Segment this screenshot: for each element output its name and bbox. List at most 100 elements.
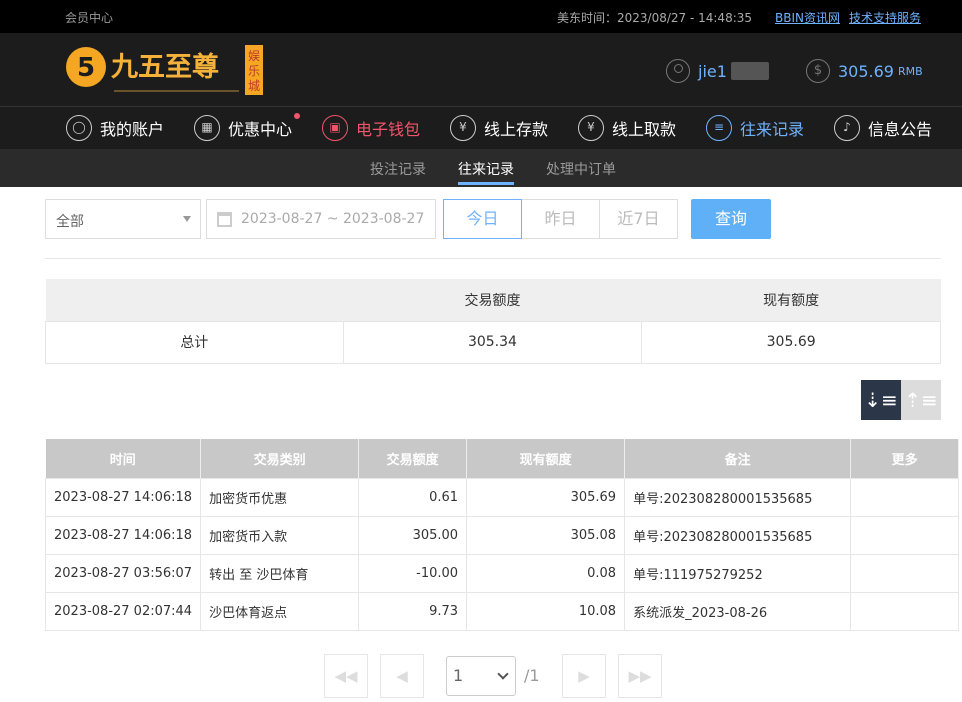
nav-wallet[interactable]: ▣ 电子钱包 xyxy=(322,115,420,141)
summary-header-blank xyxy=(45,279,344,321)
cell-more[interactable] xyxy=(850,477,960,517)
pagination: ◀◀ ◀ 1 /1 ▶ ▶▶ xyxy=(0,654,962,698)
last-7-days-button[interactable]: 近7日 xyxy=(599,199,678,239)
deposit-icon: ¥ xyxy=(450,115,476,141)
query-button[interactable]: 查询 xyxy=(691,199,771,239)
nav-label: 线上取款 xyxy=(612,120,677,139)
cell-note: 单号:202308280001535685 xyxy=(624,515,852,555)
type-select[interactable]: 全部 xyxy=(45,199,201,239)
type-select-value: 全部 xyxy=(56,214,84,230)
header: 5 九五至尊 娱 乐 城 jie1 $ 305.69 RMB xyxy=(0,33,962,107)
records-header: 时间 交易类别 交易额度 现有额度 备注 更多 xyxy=(45,439,960,478)
date-range-input[interactable]: 2023-08-27 ~ 2023-08-27 xyxy=(206,199,436,239)
summary-header-amount: 交易额度 xyxy=(343,279,642,321)
nav-label: 信息公告 xyxy=(868,120,933,139)
divider xyxy=(45,258,941,259)
prev-page-icon[interactable]: ◀ xyxy=(380,654,424,698)
next-page-icon[interactable]: ▶ xyxy=(562,654,606,698)
cell-type: 转出 至 沙巴体育 xyxy=(200,553,360,593)
cell-amount: 0.61 xyxy=(358,477,468,517)
nav-promotions[interactable]: ▦ 优惠中心 xyxy=(194,113,300,141)
gift-icon: ▦ xyxy=(194,115,220,141)
cell-balance: 10.08 xyxy=(466,591,626,631)
main-nav: ◯ 我的账户 ▦ 优惠中心 ▣ 电子钱包 ¥ 线上存款 ¥ 线上取款 ≡ 往来记录 ♪ 信息公… xyxy=(0,107,962,149)
col-amount: 交易额度 xyxy=(358,439,468,478)
cell-time: 2023-08-27 14:06:18 xyxy=(44,515,202,555)
withdraw-icon: ¥ xyxy=(578,115,604,141)
sort-toggle: ⇣≡ ⇡≡ xyxy=(861,380,941,420)
username-mask xyxy=(730,62,769,80)
last-page-icon[interactable]: ▶▶ xyxy=(618,654,662,698)
nav-withdraw[interactable]: ¥ 线上取款 xyxy=(578,115,676,141)
cell-more[interactable] xyxy=(850,553,960,593)
tech-support-link[interactable]: 技术支持服务 xyxy=(849,9,921,26)
cell-amount: -10.00 xyxy=(358,553,468,593)
bbin-news-link[interactable]: BBIN资讯网 xyxy=(775,9,840,26)
col-balance: 现有额度 xyxy=(466,439,626,478)
user-info[interactable]: jie1 xyxy=(666,59,769,83)
eastern-time: 美东时间：2023/08/27 - 14:48:35 xyxy=(557,11,753,25)
nav-my-account[interactable]: ◯ 我的账户 xyxy=(66,115,164,141)
active-tab-indicator xyxy=(458,182,514,185)
summary-table: 交易额度 现有额度 总计 305.34 305.69 xyxy=(45,279,941,364)
cell-time: 2023-08-27 14:06:18 xyxy=(44,477,202,517)
col-time: 时间 xyxy=(45,439,202,478)
cell-amount: 9.73 xyxy=(358,591,468,631)
cell-amount: 305.00 xyxy=(358,515,468,555)
summary-total-label: 总计 xyxy=(45,320,344,364)
svg-text:5: 5 xyxy=(77,53,95,83)
cell-time: 2023-08-27 03:56:07 xyxy=(44,553,202,593)
tab-pending-orders[interactable]: 处理中订单 xyxy=(546,159,616,179)
cell-type: 加密货币优惠 xyxy=(200,477,360,517)
records-icon: ≡ xyxy=(706,115,732,141)
chevron-down-icon xyxy=(497,668,509,680)
balance-info: $ 305.69 RMB xyxy=(806,59,923,83)
top-bar: 会员中心 美东时间：2023/08/27 - 14:48:35 BBIN资讯网 … xyxy=(0,0,962,33)
brand-logo[interactable]: 5 九五至尊 娱 乐 城 xyxy=(64,43,264,99)
sort-desc-icon[interactable]: ⇣≡ xyxy=(861,380,901,420)
col-note: 备注 xyxy=(624,439,852,478)
summary-header: 交易额度 现有额度 xyxy=(45,279,941,321)
nav-label: 线上存款 xyxy=(484,120,549,139)
cell-note: 单号:202308280001535685 xyxy=(624,477,852,517)
today-button[interactable]: 今日 xyxy=(443,199,522,239)
cell-more[interactable] xyxy=(850,515,960,555)
table-row: 2023-08-27 14:06:18 加密货币入款 305.00 305.08… xyxy=(44,515,960,555)
nav-announcements[interactable]: ♪ 信息公告 xyxy=(834,115,932,141)
sort-asc-icon[interactable]: ⇡≡ xyxy=(901,380,941,420)
cell-balance: 305.69 xyxy=(466,477,626,517)
member-center-label: 会员中心 xyxy=(65,11,114,25)
dollar-icon: $ xyxy=(806,59,830,83)
username: jie1 xyxy=(698,61,727,81)
tab-bet-records[interactable]: 投注记录 xyxy=(370,159,426,179)
currency-unit: RMB xyxy=(897,64,923,78)
quick-date-group: 今日 昨日 近7日 xyxy=(443,199,678,239)
svg-text:娱: 娱 xyxy=(248,49,260,63)
bell-icon: ♪ xyxy=(834,115,860,141)
logo-text: 九五至尊 xyxy=(111,52,219,83)
cell-more[interactable] xyxy=(850,591,960,631)
col-more: 更多 xyxy=(850,439,960,478)
page-select[interactable]: 1 xyxy=(446,656,516,696)
nav-deposit[interactable]: ¥ 线上存款 xyxy=(450,115,548,141)
cell-time: 2023-08-27 02:07:44 xyxy=(44,591,202,631)
sub-nav: 投注记录 往来记录 处理中订单 xyxy=(0,149,962,187)
cell-balance: 0.08 xyxy=(466,553,626,593)
table-row: 2023-08-27 02:07:44 沙巴体育返点 9.73 10.08 系统… xyxy=(44,591,960,631)
cell-type: 沙巴体育返点 xyxy=(200,591,360,631)
yesterday-button[interactable]: 昨日 xyxy=(521,199,600,239)
records-table: 时间 交易类别 交易额度 现有额度 备注 更多 2023-08-27 14:06… xyxy=(44,439,960,631)
nav-label: 优惠中心 xyxy=(228,120,293,139)
cell-note: 单号:111975279252 xyxy=(624,553,852,593)
cell-type: 加密货币入款 xyxy=(200,515,360,555)
nav-records[interactable]: ≡ 往来记录 xyxy=(706,115,804,141)
user-icon: ◯ xyxy=(66,115,92,141)
nav-label: 我的账户 xyxy=(100,120,165,139)
summary-total-balance: 305.69 xyxy=(641,320,941,364)
tab-transaction-records[interactable]: 往来记录 xyxy=(458,159,514,179)
cell-note: 系统派发_2023-08-26 xyxy=(624,591,852,631)
svg-text:乐: 乐 xyxy=(248,64,260,78)
first-page-icon[interactable]: ◀◀ xyxy=(324,654,368,698)
summary-total-amount: 305.34 xyxy=(342,320,643,364)
page-select-value: 1 xyxy=(453,666,464,685)
